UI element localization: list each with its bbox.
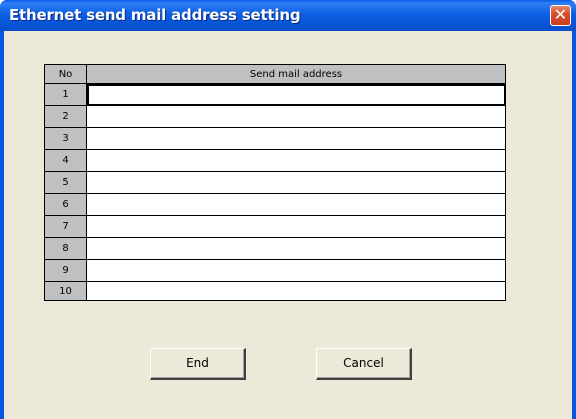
table-row: 8 [44, 237, 506, 260]
close-icon[interactable]: ✕ [550, 5, 571, 26]
address-cell[interactable] [86, 281, 506, 301]
address-cell[interactable] [86, 149, 506, 172]
address-cell[interactable] [86, 259, 506, 282]
row-number: 2 [44, 105, 87, 128]
row-number: 7 [44, 215, 87, 238]
row-number: 1 [44, 83, 87, 106]
dialog-window: Ethernet send mail address setting ✕ No … [0, 0, 576, 419]
table-row: 2 [44, 105, 506, 128]
address-cell[interactable] [86, 215, 506, 238]
row-number: 4 [44, 149, 87, 172]
table-row: 1 [44, 83, 506, 106]
row-number: 9 [44, 259, 87, 282]
row-number: 8 [44, 237, 87, 260]
row-number: 3 [44, 127, 87, 150]
table-row: 7 [44, 215, 506, 238]
end-button[interactable]: End [150, 348, 246, 380]
dialog-client-area: No Send mail address 1 2 3 4 5 6 7 8 9 1… [4, 31, 572, 419]
row-number: 10 [44, 281, 87, 301]
address-cell[interactable] [86, 127, 506, 150]
row-number: 5 [44, 171, 87, 194]
table-row: 6 [44, 193, 506, 216]
table-row: 9 [44, 259, 506, 282]
table-row: 5 [44, 171, 506, 194]
column-header-address: Send mail address [86, 64, 506, 84]
window-title: Ethernet send mail address setting [9, 6, 301, 24]
table-row: 3 [44, 127, 506, 150]
table-row: 4 [44, 149, 506, 172]
row-number: 6 [44, 193, 87, 216]
address-cell[interactable] [86, 171, 506, 194]
address-cell[interactable] [86, 105, 506, 128]
address-cell[interactable] [86, 193, 506, 216]
title-bar[interactable]: Ethernet send mail address setting ✕ [0, 0, 576, 31]
address-cell[interactable] [86, 237, 506, 260]
column-header-no: No [44, 64, 87, 84]
cancel-button[interactable]: Cancel [316, 348, 412, 380]
address-cell[interactable] [86, 83, 506, 106]
table-row: 10 [44, 281, 506, 301]
mail-address-table: No Send mail address 1 2 3 4 5 6 7 8 9 1… [44, 64, 506, 301]
